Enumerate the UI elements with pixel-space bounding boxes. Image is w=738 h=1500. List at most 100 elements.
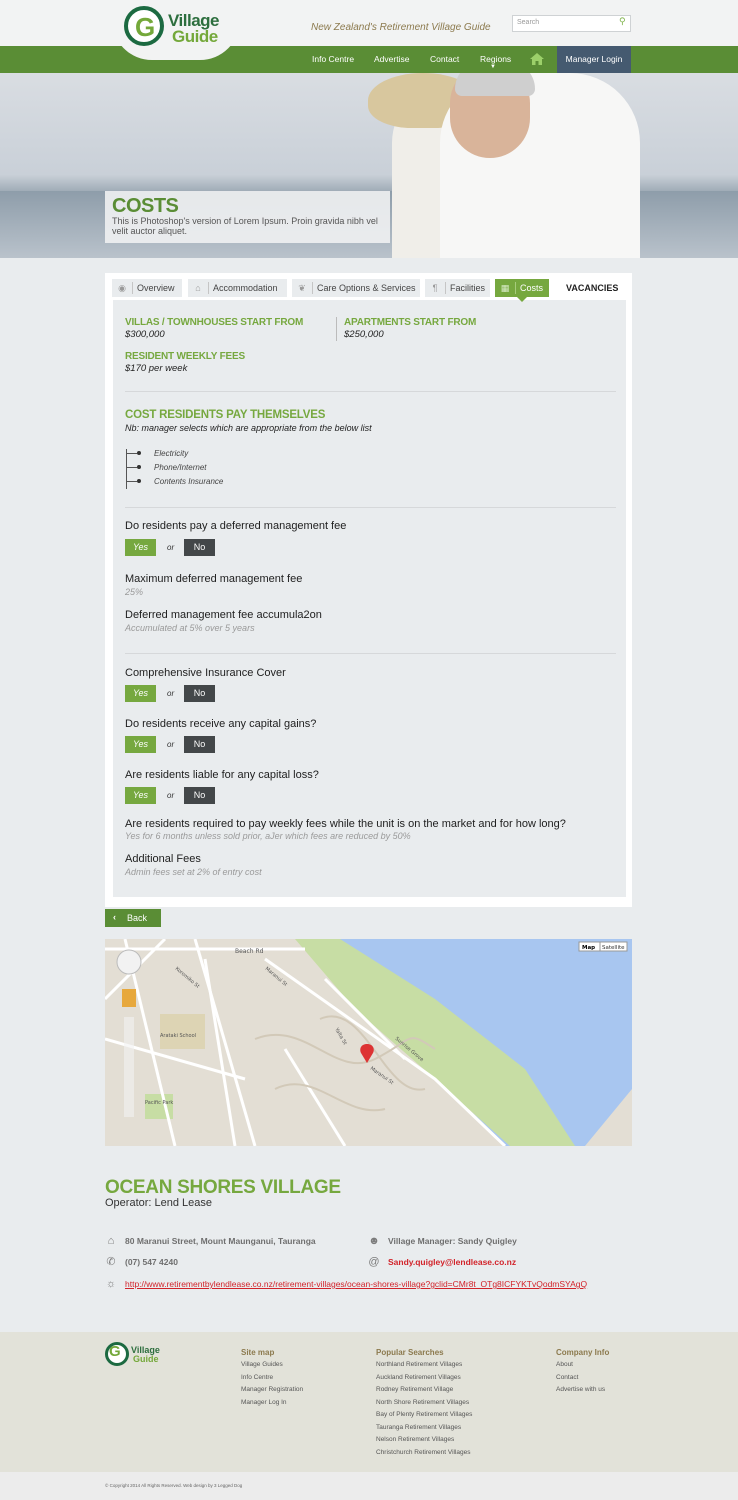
footer-link[interactable]: Tauranga Retirement Villages — [376, 1424, 461, 1431]
yes-button[interactable]: Yes — [125, 539, 156, 556]
footer-link[interactable]: Northland Retirement Villages — [376, 1361, 462, 1368]
map-label: Beach Rd — [235, 948, 264, 955]
satellite-type-button[interactable]: Satellite — [602, 945, 625, 951]
footer-link[interactable]: Manager Log In — [241, 1399, 287, 1406]
additional-fees-answer: Admin fees set at 2% of entry cost — [125, 867, 262, 877]
villas-value: $300,000 — [125, 329, 165, 340]
globe-icon: ☼ — [105, 1278, 117, 1290]
heart-hand-icon: ❦ — [298, 283, 306, 293]
email-link[interactable]: Sandy.quigley@lendlease.co.nz — [388, 1257, 516, 1267]
no-button[interactable]: No — [184, 736, 215, 753]
phone-number[interactable]: (07) 547 4240 — [125, 1257, 178, 1267]
list-connector — [127, 467, 137, 468]
no-button[interactable]: No — [184, 685, 215, 702]
nav-contact[interactable]: Contact — [430, 46, 459, 73]
footer-link[interactable]: Nelson Retirement Villages — [376, 1436, 454, 1443]
pegman-icon[interactable] — [122, 989, 136, 1007]
bullet-icon — [137, 465, 141, 469]
or-label: or — [167, 543, 175, 552]
footer-link[interactable]: Contact — [556, 1374, 578, 1381]
additional-fees-question: Additional Fees — [125, 853, 201, 865]
weekly-fees-answer: Yes for 6 months unless sold prior, aJer… — [125, 831, 411, 841]
list-connector — [127, 481, 137, 482]
insurance-question: Comprehensive Insurance Cover — [125, 667, 286, 679]
footer-link[interactable]: Rodney Retirement Village — [376, 1386, 453, 1393]
tab-overview[interactable]: ◉ Overview — [112, 279, 182, 297]
footer-link[interactable]: Bay of Plenty Retirement Villages — [376, 1411, 472, 1418]
operator-name: Operator: Lend Lease — [105, 1197, 213, 1209]
footer-link[interactable]: Info Centre — [241, 1374, 273, 1381]
search-icon[interactable]: ⚲ — [619, 16, 626, 27]
self-pay-title: COST RESIDENTS PAY THEMSELVES — [125, 409, 326, 421]
house-icon: ⌂ — [195, 283, 201, 293]
tab-care-options[interactable]: ❦ Care Options & Services — [292, 279, 420, 297]
email-icon: @ — [368, 1256, 380, 1268]
footer-sitemap-title: Site map — [241, 1348, 275, 1357]
list-item: Contents Insurance — [154, 477, 224, 486]
footer-link[interactable]: Auckland Retirement Villages — [376, 1374, 461, 1381]
page-title: COSTS — [112, 195, 179, 217]
calculator-icon: ▦ — [500, 283, 510, 293]
manager-login-button[interactable]: Manager Login — [557, 46, 631, 73]
max-fee-answer: 25% — [125, 587, 144, 597]
chevron-left-icon: ‹ — [113, 912, 116, 922]
footer-link[interactable]: Christchurch Retirement Villages — [376, 1449, 471, 1456]
or-label: or — [167, 689, 175, 698]
apartments-label: APARTMENTS START FROM — [344, 317, 477, 328]
nav-advertise[interactable]: Advertise — [374, 46, 409, 73]
divider — [125, 507, 616, 508]
address: 80 Maranui Street, Mount Maunganui, Taur… — [125, 1236, 316, 1246]
footer-company-title: Company Info — [556, 1348, 610, 1357]
phone-icon: ✆ — [106, 1256, 116, 1268]
footer-link[interactable]: About — [556, 1361, 573, 1368]
logo-mark-icon: G — [124, 6, 164, 46]
bullet-icon — [137, 451, 141, 455]
tab-facilities[interactable]: ¶ Facilities — [425, 279, 490, 297]
nav-info-centre[interactable]: Info Centre — [312, 46, 354, 73]
capital-gains-question: Do residents receive any capital gains? — [125, 718, 317, 730]
divider — [336, 317, 337, 341]
pan-control-icon[interactable] — [116, 949, 142, 975]
tab-costs[interactable]: ▦ Costs — [495, 279, 549, 297]
weekly-fees-question: Are residents required to pay weekly fee… — [125, 818, 566, 830]
capital-loss-question: Are residents liable for any capital los… — [125, 769, 319, 781]
person-icon: ☻ — [368, 1235, 380, 1247]
home-icon: ⌂ — [107, 1235, 115, 1247]
list-item: Electricity — [154, 449, 189, 458]
tab-vacancies[interactable]: VACANCIES — [566, 283, 618, 293]
tagline: New Zealand's Retirement Village Guide — [311, 22, 491, 33]
footer-link[interactable]: Advertise with us — [556, 1386, 605, 1393]
yes-button[interactable]: Yes — [125, 736, 156, 753]
or-label: or — [167, 740, 175, 749]
tab-accommodation[interactable]: ⌂ Accommodation — [188, 279, 287, 297]
website-link[interactable]: http://www.retirementbylendlease.co.nz/r… — [125, 1279, 587, 1289]
village-manager: Village Manager: Sandy Quigley — [388, 1236, 517, 1246]
self-pay-note: Nb: manager selects which are appropriat… — [125, 423, 372, 433]
footer-link[interactable]: North Shore Retirement Villages — [376, 1399, 469, 1406]
no-button[interactable]: No — [184, 539, 215, 556]
location-map[interactable]: Beach Rd Koromiko St Maranui St Arataki … — [105, 939, 632, 1146]
site-logo[interactable]: G Village Guide — [112, 0, 240, 60]
home-icon[interactable] — [530, 53, 544, 65]
accumulation-answer: Accumulated at 5% over 5 years — [125, 623, 255, 633]
accumulation-question: Deferred management fee accumula2on — [125, 609, 322, 621]
footer-link[interactable]: Manager Registration — [241, 1386, 303, 1393]
list-tree-line — [126, 449, 127, 489]
zoom-slider[interactable] — [124, 1017, 134, 1117]
map-canvas[interactable]: Beach Rd Koromiko St Maranui St Arataki … — [105, 939, 632, 1146]
no-button[interactable]: No — [184, 787, 215, 804]
yes-button[interactable]: Yes — [125, 685, 156, 702]
footer-logo[interactable]: G Village Guide — [105, 1342, 165, 1370]
village-name: OCEAN SHORES VILLAGE — [105, 1177, 341, 1198]
fork-knife-icon: ¶ — [432, 283, 438, 293]
or-label: or — [167, 791, 175, 800]
max-fee-question: Maximum deferred management fee — [125, 573, 303, 585]
copyright: © Copyright 2014 All Rights Reserved. We… — [105, 1483, 243, 1488]
hero-text: This is Photoshop's version of Lorem Ips… — [112, 216, 378, 236]
search-input[interactable]: Search — [512, 15, 631, 32]
yes-button[interactable]: Yes — [125, 787, 156, 804]
footer-link[interactable]: Village Guides — [241, 1361, 283, 1368]
weekly-fees-value: $170 per week — [125, 363, 188, 374]
active-tab-indicator — [517, 297, 527, 302]
map-type-button[interactable]: Map — [582, 945, 595, 951]
